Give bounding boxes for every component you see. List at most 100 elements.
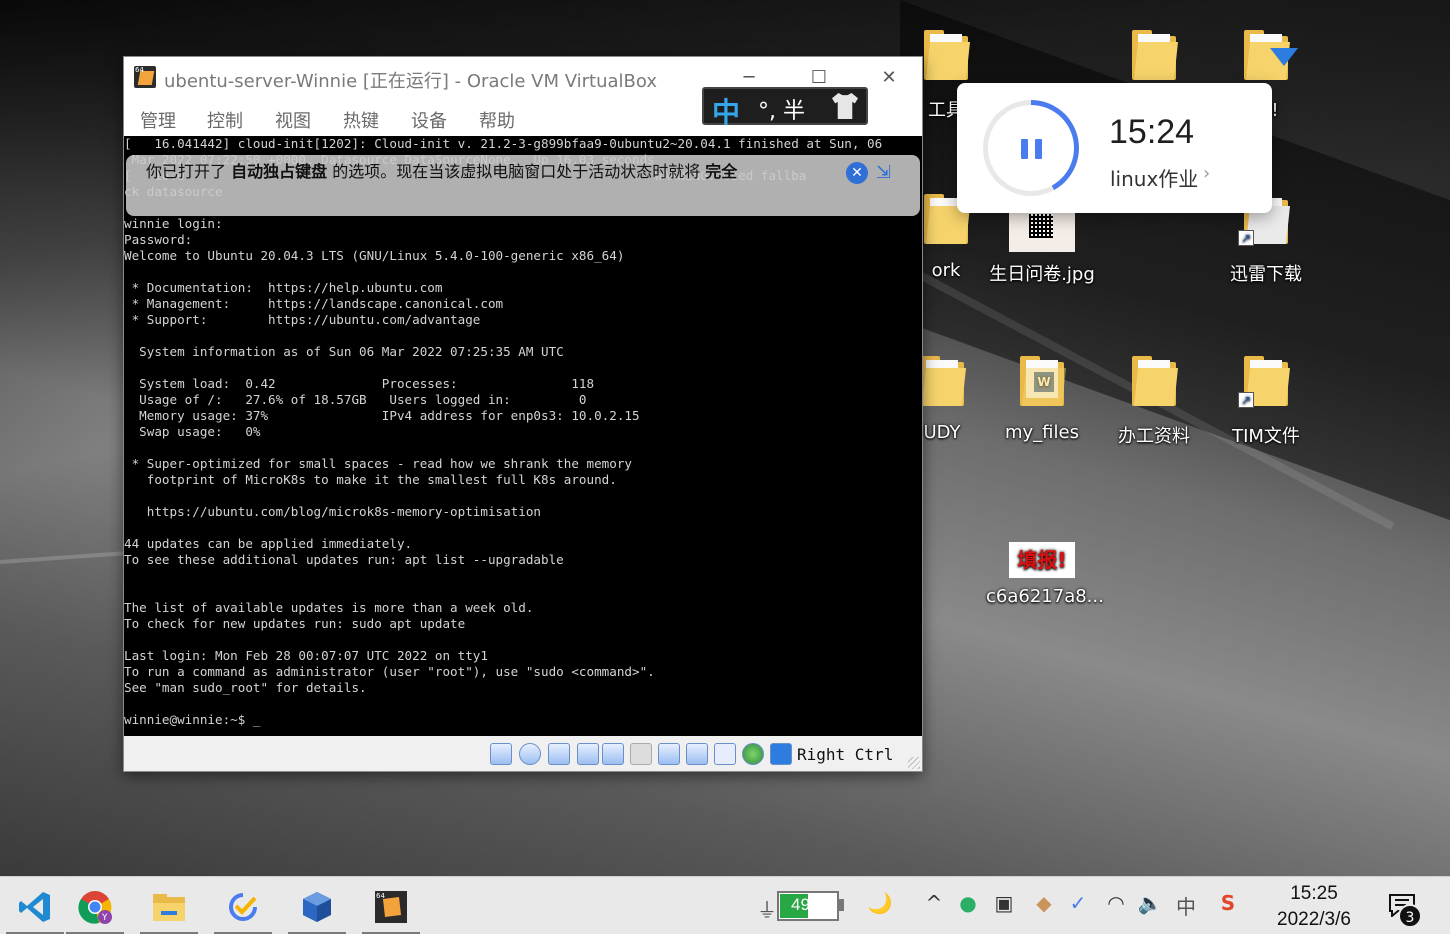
ime-mode[interactable]: 中 [712, 91, 740, 131]
desktop-folder-my-files[interactable]: W my_files [986, 356, 1098, 443]
ime-indicator[interactable]: 中 [1172, 891, 1200, 920]
network-icon[interactable] [577, 743, 599, 765]
video-capture-icon[interactable] [686, 743, 708, 765]
wifi-icon[interactable]: ◠ [1102, 891, 1130, 915]
skin-shirt-icon[interactable] [832, 93, 858, 119]
keyboard-capture-notice: 你已打开了 自动独占键盘 的选项。现在当该虚拟电脑窗口处于活动状态时就将 完全 … [126, 155, 920, 216]
dont-show-again-icon[interactable]: ⇲ [876, 162, 898, 184]
download-folder-icon [1244, 30, 1298, 80]
battery-icon: 49% [777, 891, 839, 921]
folder-icon [924, 30, 970, 80]
desktop-icon-label: 迅雷下载 [1230, 264, 1302, 285]
folder-icon [1132, 356, 1178, 406]
terminal-line: winnie login: [124, 216, 223, 231]
optical-drive-icon[interactable] [519, 743, 541, 765]
desktop-folder-office-docs[interactable]: 办工资料 [1098, 356, 1210, 448]
battery-percent: 49% [790, 895, 826, 914]
menu-view[interactable]: 视图 [275, 107, 311, 133]
terminal-line: System load: 0.42 Processes: 118 [124, 376, 595, 391]
menu-help[interactable]: 帮助 [479, 107, 515, 133]
terminal-output: [ 16.041442] cloud-init[1202]: Cloud-ini… [124, 136, 882, 728]
host-key-label: Right Ctrl [797, 745, 894, 764]
ime-punctuation[interactable]: °, 半 [758, 93, 805, 125]
terminal-line: footprint of MicroK8s to make it the sma… [124, 472, 617, 487]
window-title: ubentu-server-Winnie [正在运行] - Oracle VM … [164, 71, 658, 92]
night-mode-moon-icon[interactable]: 🌙 [866, 891, 894, 915]
shortcut-arrow-icon: ↗ [1238, 392, 1254, 408]
power-plug-icon: ⏚ [757, 898, 777, 922]
virtualbox-window[interactable]: 64 ubentu-server-Winnie [正在运行] - Oracle … [123, 56, 923, 772]
battery-indicator[interactable]: ⏚ 49% [757, 890, 845, 922]
taskbar-app-file-explorer[interactable] [134, 877, 204, 934]
wechat-icon[interactable]: ● [954, 891, 982, 915]
timer-task-name[interactable]: linux作业 [1110, 163, 1198, 192]
ticktick-tray-icon[interactable]: ✓ [1064, 891, 1092, 915]
menu-hotkeys[interactable]: 热键 [343, 107, 379, 133]
hard-disk-icon[interactable] [490, 743, 512, 765]
desktop-icon-label: c6a6217a8... [986, 586, 1104, 607]
resize-grip-icon[interactable] [908, 757, 920, 769]
clock-time: 15:25 [1290, 883, 1338, 904]
audio-icon[interactable] [548, 743, 570, 765]
desktop-icon-label: TIM文件 [1232, 426, 1300, 447]
timer-time: 15:24 [1109, 113, 1195, 151]
terminal-line: System information as of Sun 06 Mar 2022… [124, 344, 564, 359]
taskbar-app-vm-window[interactable]: 64 [356, 877, 426, 934]
focus-timer-popup[interactable]: 15:24 linux作业 › [957, 83, 1272, 213]
keyboard-capture-icon[interactable] [770, 743, 792, 765]
menu-control[interactable]: 控制 [207, 107, 243, 133]
usb-icon[interactable] [602, 743, 624, 765]
shared-folders-icon[interactable] [630, 743, 652, 765]
remote-desktop-icon[interactable]: ▣ [990, 891, 1018, 915]
terminal-line: https://ubuntu.com/blog/microk8s-memory-… [124, 504, 542, 519]
system-clock[interactable]: 15:25 2022/3/6 [1260, 881, 1368, 933]
desktop-folder-tim[interactable]: ↗ TIM文件 [1210, 356, 1322, 448]
terminal-line: See "man sudo_root" for details. [124, 680, 367, 695]
clock-date: 2022/3/6 [1277, 909, 1351, 930]
cat-app-icon[interactable]: ◆ [1030, 891, 1058, 915]
ticktick-icon [229, 893, 257, 921]
terminal-line: Swap usage: 0% [124, 424, 261, 439]
fill-report-image-icon: 填报! [1009, 542, 1075, 578]
mouse-integration-icon[interactable] [742, 743, 764, 765]
download-arrow-icon [1270, 48, 1298, 66]
chevron-right-icon[interactable]: › [1203, 163, 1210, 184]
virtualbox-icon [303, 892, 331, 922]
terminal-line: To run a command as administrator (user … [124, 664, 655, 679]
menu-devices[interactable]: 设备 [411, 107, 447, 133]
virtualbox-vm-icon: 64 [134, 66, 156, 88]
display-icon[interactable] [658, 743, 680, 765]
folder-icon [920, 356, 966, 406]
terminal-line: Password: [124, 232, 193, 247]
vm-console[interactable]: [ 16.041442] cloud-init[1202]: Cloud-ini… [124, 136, 922, 736]
show-hidden-icons-chevron-icon[interactable]: ^ [920, 891, 948, 915]
desktop-folder[interactable] [1098, 30, 1210, 80]
ime-status-bar[interactable]: 中 °, 半 [702, 87, 868, 129]
volume-icon[interactable]: 🔈 [1136, 891, 1164, 915]
desktop-file-image[interactable]: 填报! c6a6217a8... [986, 542, 1104, 607]
pause-icon[interactable] [1021, 139, 1045, 159]
terminal-line: 44 updates can be applied immediately. [124, 536, 413, 551]
taskbar-app-virtualbox[interactable] [282, 877, 352, 934]
terminal-line: [ 16.041442] cloud-init[1202]: Cloud-ini… [124, 136, 883, 151]
taskbar-app-chrome[interactable]: Y [60, 877, 130, 934]
close-notice-icon[interactable]: ✕ [846, 162, 868, 184]
sogou-input-icon[interactable]: S [1214, 891, 1242, 915]
terminal-line: To check for new updates run: sudo apt u… [124, 616, 466, 631]
folder-icon [1132, 30, 1178, 80]
desktop-icon-label: 生日问卷.jpg [989, 264, 1095, 285]
svg-text:64: 64 [376, 892, 385, 900]
terminal-line: To see these additional updates run: apt… [124, 552, 564, 567]
virtualization-icon[interactable] [714, 743, 736, 765]
vm-status-bar: Right Ctrl [124, 736, 922, 771]
terminal-line: * Documentation: https://help.ubuntu.com [124, 280, 443, 295]
taskbar: Y 64 ⏚ 49% 🌙 ^ ● ▣ ◆ ✓ ◠ 🔈 中 S 15:25 202… [0, 876, 1450, 934]
taskbar-app-ticktick[interactable] [208, 877, 278, 934]
menu-manage[interactable]: 管理 [140, 107, 176, 133]
terminal-line: The list of available updates is more th… [124, 600, 534, 615]
terminal-line: Memory usage: 37% IPv4 address for enp0s… [124, 408, 640, 423]
desktop-icon-label: 办工资料 [1118, 426, 1190, 447]
